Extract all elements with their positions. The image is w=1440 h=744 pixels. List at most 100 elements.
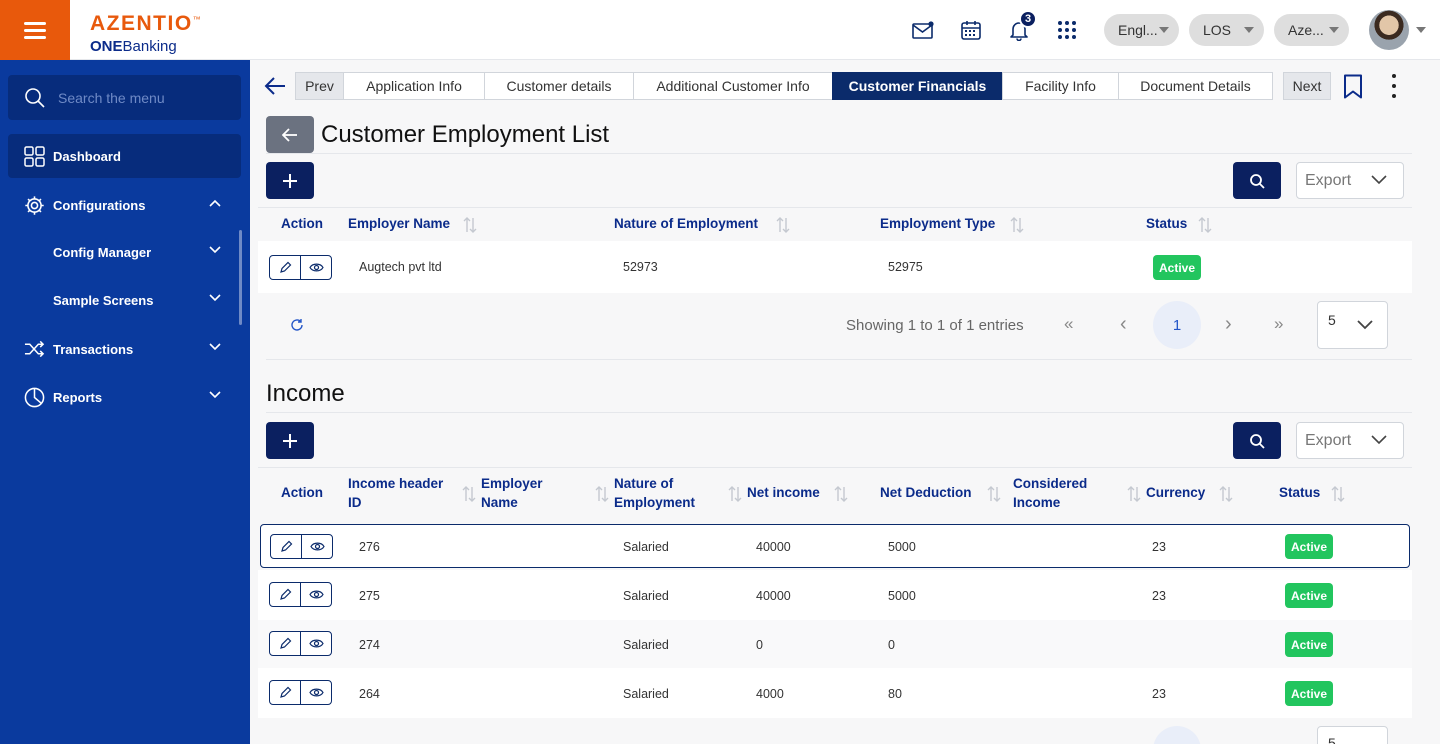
sidebar-item-transactions[interactable]: Transactions xyxy=(8,327,241,371)
sidebar-scrollbar[interactable] xyxy=(239,230,242,325)
sort-icon[interactable] xyxy=(1197,216,1213,234)
col-income-header-id[interactable]: Income header ID xyxy=(348,474,443,512)
section-back-button[interactable] xyxy=(266,116,314,153)
employment-export-select[interactable]: Export xyxy=(1296,162,1404,199)
sidebar-item-sample-screens[interactable]: Sample Screens xyxy=(8,278,241,322)
sort-icon[interactable] xyxy=(775,216,791,234)
tab-application-info[interactable]: Application Info xyxy=(343,72,485,100)
pencil-icon xyxy=(279,588,291,600)
menu-search-input[interactable] xyxy=(58,89,228,106)
tab-customer-details[interactable]: Customer details xyxy=(484,72,634,100)
col-status[interactable]: Status xyxy=(1279,483,1320,502)
tab-additional-customer-info[interactable]: Additional Customer Info xyxy=(633,72,833,100)
col-employer-name[interactable]: Employer Name xyxy=(481,474,543,512)
edit-button[interactable] xyxy=(270,534,302,559)
bell-icon[interactable]: 3 xyxy=(1007,10,1037,42)
edit-button[interactable] xyxy=(269,582,301,607)
page-button-1[interactable] xyxy=(1153,726,1201,744)
sort-icon[interactable] xyxy=(461,485,477,503)
edit-button[interactable] xyxy=(269,255,301,280)
user-avatar[interactable] xyxy=(1369,10,1409,50)
search-icon xyxy=(1250,173,1265,189)
sort-icon[interactable] xyxy=(727,485,743,503)
col-considered-income[interactable]: Considered Income xyxy=(1013,474,1087,512)
employment-search-button[interactable] xyxy=(1233,162,1281,199)
table-row[interactable]: 276 Salaried 40000 5000 23 Active xyxy=(260,524,1410,568)
page-size-select[interactable]: 5 xyxy=(1317,301,1388,349)
cell-currency: 23 xyxy=(1152,540,1166,554)
more-options-icon[interactable] xyxy=(1391,74,1397,98)
view-button[interactable] xyxy=(300,680,332,705)
col-nature-of-employment[interactable]: Nature of Employment xyxy=(614,474,695,512)
income-search-button[interactable] xyxy=(1233,422,1281,459)
view-button[interactable] xyxy=(301,534,333,559)
edit-button[interactable] xyxy=(269,680,301,705)
table-row[interactable]: 274 Salaried 0 0 Active xyxy=(258,620,1412,668)
divider xyxy=(258,467,1412,468)
grid-icon xyxy=(24,145,45,167)
notification-badge: 3 xyxy=(1019,10,1037,28)
module-select[interactable]: LOS xyxy=(1189,14,1264,46)
col-currency[interactable]: Currency xyxy=(1146,483,1205,502)
refresh-icon[interactable] xyxy=(290,318,304,332)
mail-icon[interactable] xyxy=(911,18,935,42)
sort-icon[interactable] xyxy=(833,485,849,503)
income-table-header: Action Income header ID Employer Name Natu… xyxy=(258,474,1412,514)
view-button[interactable] xyxy=(300,631,332,656)
sort-icon[interactable] xyxy=(1009,216,1025,234)
page-size-select[interactable]: 5 xyxy=(1317,726,1388,744)
sort-icon[interactable] xyxy=(462,216,478,234)
arrow-left-icon xyxy=(282,127,297,142)
next-page-button[interactable]: › xyxy=(1225,313,1232,336)
sidebar-item-config-manager[interactable]: Config Manager xyxy=(8,230,241,274)
edit-button[interactable] xyxy=(269,631,301,656)
page-button-1[interactable]: 1 xyxy=(1153,301,1201,349)
sidebar-item-reports[interactable]: Reports xyxy=(8,375,241,419)
hamburger-icon xyxy=(24,22,46,39)
col-net-income[interactable]: Net income xyxy=(747,483,820,502)
tab-customer-financials[interactable]: Customer Financials xyxy=(832,72,1003,100)
col-employer-name[interactable]: Employer Name xyxy=(348,214,450,233)
sort-icon[interactable] xyxy=(1218,485,1234,503)
language-select[interactable]: Engl... xyxy=(1104,14,1179,46)
sort-icon[interactable] xyxy=(1330,485,1346,503)
tab-prev[interactable]: Prev xyxy=(295,72,344,100)
last-page-button[interactable]: » xyxy=(1274,314,1283,334)
shuffle-icon xyxy=(24,340,45,358)
menu-search xyxy=(8,75,241,120)
tab-document-details[interactable]: Document Details xyxy=(1118,72,1273,100)
view-button[interactable] xyxy=(300,582,332,607)
sidebar: Dashboard Configurations Config Manager … xyxy=(0,60,250,744)
add-employment-button[interactable] xyxy=(266,162,314,199)
first-page-button[interactable]: « xyxy=(1064,314,1073,334)
sidebar-item-dashboard[interactable]: Dashboard xyxy=(8,134,241,178)
col-net-deduction[interactable]: Net Deduction xyxy=(880,483,972,502)
sidebar-item-configurations[interactable]: Configurations xyxy=(8,183,241,227)
caret-down-icon[interactable] xyxy=(1416,27,1426,33)
sidebar-item-label: Transactions xyxy=(53,341,134,357)
tab-facility-info[interactable]: Facility Info xyxy=(1002,72,1119,100)
cell-income-id: 264 xyxy=(359,687,380,701)
prev-page-button[interactable]: ‹ xyxy=(1120,313,1127,336)
tab-next[interactable]: Next xyxy=(1283,72,1331,100)
col-status[interactable]: Status xyxy=(1146,214,1187,233)
cell-net-income: 0 xyxy=(756,638,763,652)
income-export-select[interactable]: Export xyxy=(1296,422,1404,459)
bookmark-icon[interactable] xyxy=(1343,74,1363,99)
entity-select[interactable]: Aze... xyxy=(1274,14,1349,46)
col-nature-of-employment[interactable]: Nature of Employment xyxy=(614,214,758,233)
row-actions xyxy=(269,680,332,705)
col-employment-type[interactable]: Employment Type xyxy=(880,214,995,233)
menu-toggle-button[interactable] xyxy=(0,0,70,60)
sort-icon[interactable] xyxy=(1126,485,1142,503)
table-row[interactable]: 264 Salaried 4000 80 23 Active xyxy=(258,668,1412,718)
table-row[interactable]: 275 Salaried 40000 5000 23 Active xyxy=(258,570,1412,620)
view-button[interactable] xyxy=(300,255,332,280)
sort-icon[interactable] xyxy=(594,485,610,503)
pencil-icon xyxy=(279,637,291,649)
apps-grid-icon[interactable] xyxy=(1055,18,1079,42)
back-arrow-icon[interactable] xyxy=(264,76,286,96)
add-income-button[interactable] xyxy=(266,422,314,459)
sort-icon[interactable] xyxy=(986,485,1002,503)
calendar-icon[interactable] xyxy=(959,18,983,42)
